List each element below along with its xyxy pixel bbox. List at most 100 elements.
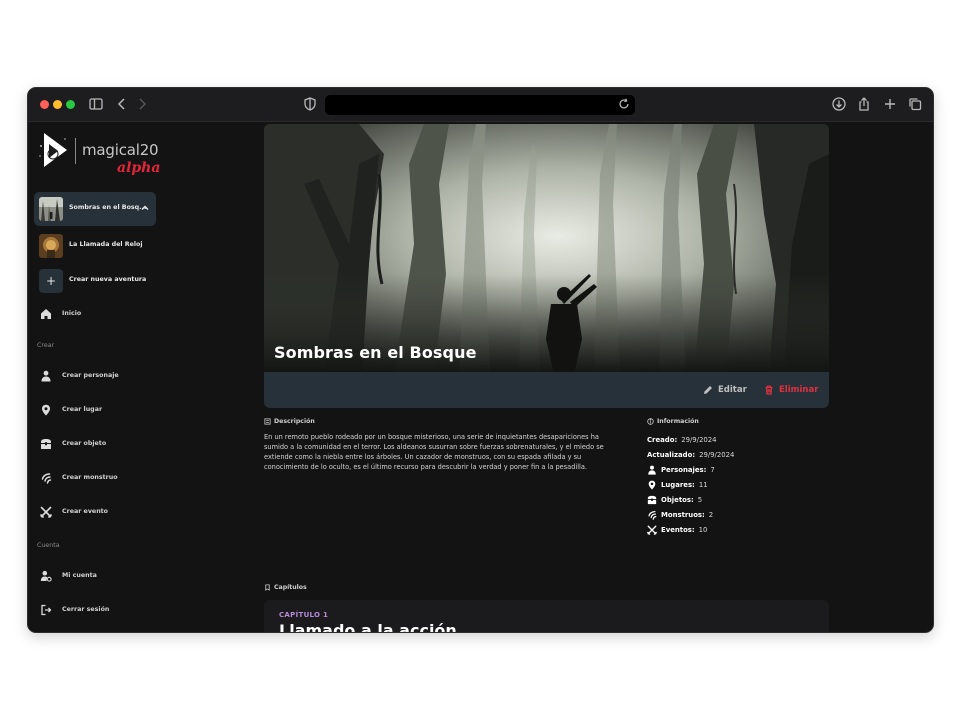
adventure-cover-image: Sombras en el Bosque — [264, 124, 829, 374]
stat-value: 7 — [710, 466, 715, 474]
adventure-thumbnail — [39, 234, 63, 258]
adventure-thumbnail — [39, 197, 63, 221]
adventure-item-llamada[interactable]: La Llamada del Reloj — [34, 229, 156, 263]
description-heading: Descripción — [264, 418, 315, 425]
adventure-description: En un remoto pueblo rodeado por un bosqu… — [264, 433, 604, 472]
plus-icon: + — [39, 269, 63, 293]
updated-row: Actualizado: 29/9/2024 — [647, 449, 734, 461]
zoom-window-button[interactable] — [66, 100, 75, 109]
nav-label: Cerrar sesión — [62, 606, 110, 613]
nav-create-object[interactable]: Crear objeto — [38, 436, 158, 454]
bookmark-icon — [265, 584, 270, 591]
stat-label: Eventos: — [661, 526, 695, 534]
adventure-title: Sombras en el Bosque — [274, 343, 477, 362]
nav-home[interactable]: Inicio — [38, 306, 158, 324]
minimize-window-button[interactable] — [53, 100, 62, 109]
edit-button[interactable]: Editar — [703, 383, 747, 397]
created-value: 29/9/2024 — [681, 436, 717, 444]
adventure-label: Sombras en el Bosq... — [69, 204, 147, 211]
browser-toolbar — [28, 88, 933, 122]
stat-value: 10 — [698, 526, 708, 534]
logo-alpha-badge: alpha — [117, 160, 161, 176]
delete-button-label: Eliminar — [779, 385, 819, 395]
book-icon — [264, 418, 271, 425]
stat-label: Monstruos: — [661, 511, 705, 519]
nav-create-event[interactable]: Crear evento — [38, 504, 158, 522]
nav-label: Crear evento — [62, 508, 109, 515]
created-row: Creado: 29/9/2024 — [647, 434, 717, 446]
create-adventure-button[interactable]: + Crear nueva aventura — [34, 265, 156, 299]
chevron-up-icon[interactable] — [140, 203, 150, 213]
home-icon — [40, 308, 52, 320]
forest-illustration — [264, 124, 829, 374]
stat-events: Eventos: 10 — [647, 524, 707, 536]
nav-logout[interactable]: Cerrar sesión — [38, 602, 158, 620]
logo-divider — [75, 138, 76, 164]
delete-button[interactable]: Eliminar — [764, 383, 818, 397]
logo-wordmark: magical20 — [82, 141, 159, 159]
stat-monsters: Monstruos: 2 — [647, 509, 713, 521]
downloads-icon[interactable] — [831, 96, 847, 112]
stat-label: Personajes: — [661, 466, 707, 474]
section-account-heading: Cuenta — [37, 542, 60, 549]
main-content: Sombras en el Bosque Editar Eliminar Des… — [164, 122, 933, 633]
section-create-heading: Crear — [37, 342, 55, 349]
nav-label: Crear lugar — [62, 406, 103, 413]
nav-label: Crear personaje — [62, 372, 119, 379]
nav-create-place[interactable]: Crear lugar — [38, 402, 158, 420]
create-adventure-label: Crear nueva aventura — [69, 276, 147, 283]
browser-window: magical20 alpha Sombras en el Bosq... La… — [27, 87, 934, 633]
new-tab-icon[interactable] — [882, 96, 898, 112]
chapter-card[interactable]: CAPÍTULO 1 Llamado a la acción — [264, 600, 829, 633]
stat-characters: Personajes: 7 — [647, 464, 715, 476]
adventure-actions-bar: Editar Eliminar — [264, 372, 829, 408]
person-icon — [40, 370, 52, 382]
crossed-swords-icon — [647, 525, 657, 535]
description-heading-label: Descripción — [274, 418, 315, 425]
map-pin-icon — [40, 404, 52, 416]
stat-label: Lugares: — [661, 481, 695, 489]
chest-icon — [40, 438, 52, 450]
sidebar-toggle-icon[interactable] — [88, 96, 104, 112]
chapters-heading-label: Capítulos — [274, 584, 307, 591]
nav-label: Crear monstruo — [62, 474, 118, 481]
person-icon — [648, 465, 656, 475]
updated-value: 29/9/2024 — [699, 451, 735, 459]
back-icon[interactable] — [114, 96, 130, 112]
chapter-number: CAPÍTULO 1 — [279, 611, 329, 619]
crossed-swords-icon — [40, 506, 52, 518]
reload-icon[interactable] — [617, 97, 631, 111]
map-pin-icon — [648, 480, 656, 490]
nav-label: Mi cuenta — [62, 572, 97, 579]
claw-icon — [40, 472, 52, 484]
app-logo[interactable]: magical20 alpha — [37, 130, 162, 178]
stat-objects: Objetos: 5 — [647, 494, 702, 506]
nav-create-character[interactable]: Crear personaje — [38, 368, 158, 386]
stat-value: 11 — [698, 481, 708, 489]
chapter-title: Llamado a la acción — [279, 621, 457, 633]
nav-create-monster[interactable]: Crear monstruo — [38, 470, 158, 488]
stat-value: 2 — [708, 511, 714, 519]
claw-icon — [648, 511, 657, 520]
edit-button-label: Editar — [718, 385, 747, 395]
created-label: Creado: — [647, 436, 678, 444]
address-bar[interactable] — [325, 95, 635, 115]
forward-icon[interactable] — [134, 96, 150, 112]
info-icon — [647, 418, 654, 425]
chapters-heading: Capítulos — [264, 584, 307, 591]
user-cog-icon — [40, 570, 52, 582]
info-heading: Información — [647, 418, 699, 425]
pencil-icon — [704, 386, 712, 394]
logout-icon — [40, 604, 52, 616]
share-icon[interactable] — [856, 96, 872, 112]
sidebar: magical20 alpha Sombras en el Bosq... La… — [28, 122, 164, 632]
tab-overview-icon[interactable] — [907, 96, 923, 112]
nav-my-account[interactable]: Mi cuenta — [38, 568, 158, 586]
close-window-button[interactable] — [40, 100, 49, 109]
chest-icon — [647, 495, 657, 505]
stat-places: Lugares: 11 — [647, 479, 708, 491]
stat-label: Objetos: — [661, 496, 694, 504]
adventure-label: La Llamada del Reloj — [69, 241, 143, 248]
adventure-item-sombras[interactable]: Sombras en el Bosq... — [34, 192, 156, 226]
privacy-shield-icon[interactable] — [302, 96, 318, 112]
